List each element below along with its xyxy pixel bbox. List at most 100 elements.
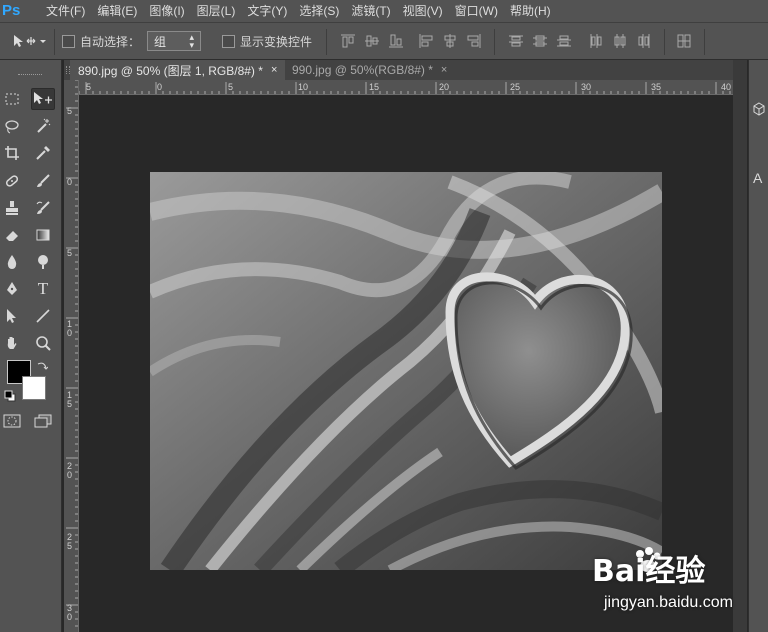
horizontal-ruler[interactable]: 5 0 5 10 15 20 25 30 35 40 xyxy=(79,80,733,95)
auto-select-dropdown-wrap: 组 ▴ ▾ xyxy=(147,23,201,59)
crop-icon xyxy=(5,146,19,160)
default-colors-icon[interactable] xyxy=(4,390,16,402)
background-color-swatch[interactable] xyxy=(22,376,46,400)
tab-document-990[interactable]: 990.jpg @ 50%(RGB/8#) * × xyxy=(284,60,455,80)
auto-align-icon[interactable] xyxy=(676,33,692,49)
zoom-icon xyxy=(36,336,51,351)
ruler-label: 0 xyxy=(67,328,72,338)
align-hcenter-icon[interactable] xyxy=(442,33,458,49)
align-left-icon[interactable] xyxy=(418,33,434,49)
healing-brush-icon xyxy=(5,175,19,187)
type-icon: T xyxy=(37,279,49,298)
screen-mode-button[interactable] xyxy=(31,410,55,432)
menu-layer[interactable]: 图层(L) xyxy=(191,0,242,22)
watermark-url: jingyan.baidu.com xyxy=(604,594,733,611)
eraser-tool[interactable] xyxy=(0,224,24,246)
ruler-label: 20 xyxy=(439,82,449,92)
menu-type[interactable]: 文字(Y) xyxy=(241,0,293,22)
align-bottom-icon[interactable] xyxy=(388,33,404,49)
distribute-bottom-icon[interactable] xyxy=(556,33,572,49)
options-bar: 自动选择： 组 ▴ ▾ 显示变换控件 xyxy=(0,22,768,60)
distribute-hcenter-icon[interactable] xyxy=(612,33,628,49)
align-vcenter-icon[interactable] xyxy=(364,33,380,49)
tab-document-890[interactable]: 890.jpg @ 50% (图层 1, RGB/8#) * × xyxy=(70,60,286,80)
options-separator xyxy=(664,29,665,55)
options-separator xyxy=(326,29,327,55)
character-panel-button[interactable]: A xyxy=(753,170,762,186)
ruler-label: 5 xyxy=(67,248,72,258)
gradient-tool[interactable] xyxy=(31,224,55,246)
auto-select-dropdown[interactable]: 组 ▴ ▾ xyxy=(147,31,201,51)
distribute-top-icon[interactable] xyxy=(508,33,524,49)
align-right-icon[interactable] xyxy=(466,33,482,49)
brush-tool[interactable] xyxy=(31,170,55,192)
dodge-tool[interactable] xyxy=(31,251,55,273)
tool-preset-picker[interactable] xyxy=(12,23,46,59)
clone-stamp-tool[interactable] xyxy=(0,197,24,219)
ruler-label: 5 xyxy=(228,82,233,92)
ruler-label: 30 xyxy=(581,82,591,92)
menu-view[interactable]: 视图(V) xyxy=(397,0,449,22)
show-transform-group: 显示变换控件 xyxy=(222,23,312,59)
quick-mask-icon xyxy=(3,414,21,428)
ruler-label: 40 xyxy=(721,82,731,92)
vertical-ruler[interactable]: 5051015202530 xyxy=(64,80,79,632)
magic-wand-tool[interactable] xyxy=(31,115,55,137)
screen-mode-icon xyxy=(34,414,52,428)
ruler-label: 0 xyxy=(67,470,72,480)
path-selection-tool[interactable] xyxy=(0,305,24,327)
eyedropper-tool[interactable] xyxy=(31,142,55,164)
align-top-icon[interactable] xyxy=(340,33,356,49)
lasso-icon xyxy=(5,120,19,134)
menu-window[interactable]: 窗口(W) xyxy=(449,0,504,22)
document-image-silk-heart[interactable] xyxy=(150,172,662,570)
menu-select[interactable]: 选择(S) xyxy=(293,0,345,22)
ruler-label: 0 xyxy=(67,177,72,187)
healing-brush-tool[interactable] xyxy=(0,170,24,192)
line-icon xyxy=(36,309,50,323)
hand-icon xyxy=(7,337,17,349)
menu-image[interactable]: 图像(I) xyxy=(143,0,190,22)
eraser-icon xyxy=(6,231,18,241)
blur-tool[interactable] xyxy=(0,251,24,273)
move-tool[interactable] xyxy=(31,88,55,110)
auto-select-checkbox[interactable] xyxy=(62,34,75,48)
line-tool[interactable] xyxy=(31,305,55,327)
menu-file[interactable]: 文件(F) xyxy=(40,0,91,22)
swap-colors-icon[interactable] xyxy=(36,360,48,372)
clone-stamp-icon xyxy=(6,201,18,215)
menu-filter[interactable]: 滤镜(T) xyxy=(345,0,396,22)
move-tool-preset-icon xyxy=(14,35,46,47)
distribute-right-icon[interactable] xyxy=(636,33,652,49)
history-brush-tool[interactable] xyxy=(31,197,55,219)
menu-help[interactable]: 帮助(H) xyxy=(504,0,557,22)
ruler-label: 35 xyxy=(651,82,661,92)
options-separator xyxy=(494,29,495,55)
gradient-icon xyxy=(36,229,50,241)
close-icon[interactable]: × xyxy=(441,64,447,76)
pen-tool[interactable] xyxy=(0,278,24,300)
3d-panel-icon[interactable] xyxy=(753,102,765,116)
close-icon[interactable]: × xyxy=(271,64,277,76)
hand-tool[interactable] xyxy=(0,332,24,354)
chevron-updown-icon: ▴ ▾ xyxy=(189,32,194,50)
lasso-tool[interactable] xyxy=(0,115,24,137)
show-transform-checkbox[interactable] xyxy=(222,34,235,48)
menu-edit[interactable]: 编辑(E) xyxy=(91,0,143,22)
ruler-label: 25 xyxy=(510,82,520,92)
distribute-left-icon[interactable] xyxy=(588,33,604,49)
distribute-vcenter-icon[interactable] xyxy=(532,33,548,49)
type-tool[interactable]: T xyxy=(31,278,55,300)
zoom-tool[interactable] xyxy=(31,332,55,354)
rectangular-marquee-tool[interactable] xyxy=(0,88,24,110)
panel-grip[interactable] xyxy=(18,74,42,76)
quick-mask-toggle[interactable] xyxy=(0,410,24,432)
path-selection-icon xyxy=(7,309,16,323)
ruler-label: 10 xyxy=(298,82,308,92)
ruler-label: 5 xyxy=(67,541,72,551)
document-tab-bar: 890.jpg @ 50% (图层 1, RGB/8#) * × 990.jpg… xyxy=(64,60,733,80)
marquee-icon xyxy=(5,93,19,105)
ruler-label: 0 xyxy=(67,612,72,622)
crop-tool[interactable] xyxy=(0,142,24,164)
show-transform-label: 显示变换控件 xyxy=(240,34,313,49)
